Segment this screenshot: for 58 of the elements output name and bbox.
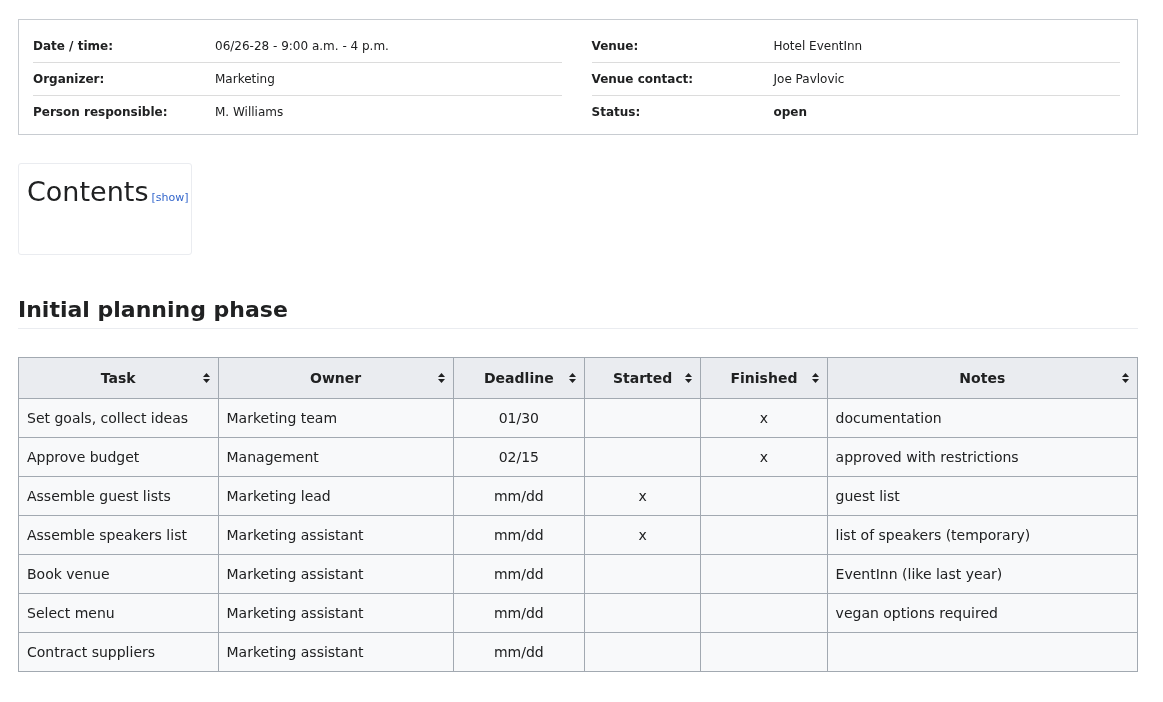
info-label: Venue: <box>591 39 640 53</box>
sort-icon[interactable] <box>811 373 819 383</box>
info-label: Organizer: <box>33 72 106 86</box>
table-cell: Marketing team <box>218 398 454 438</box>
table-cell: x <box>700 398 828 438</box>
table-cell: approved with restrictions <box>827 437 1138 477</box>
table-cell: Assemble speakers list <box>18 515 219 555</box>
column-header[interactable]: Deadline <box>453 357 585 399</box>
table-cell: Set goals, collect ideas <box>18 398 219 438</box>
table-cell: 02/15 <box>453 437 585 477</box>
table-cell: 01/30 <box>453 398 585 438</box>
table-cell: Book venue <box>18 554 219 594</box>
info-value: 06/26-28 - 9:00 a.m. - 4 p.m. <box>215 39 390 53</box>
table-cell: Marketing assistant <box>218 632 454 672</box>
table-cell: Management <box>218 437 454 477</box>
table-cell: mm/dd <box>453 593 585 633</box>
sort-icon[interactable] <box>202 373 210 383</box>
table-cell: x <box>584 515 701 555</box>
sort-icon[interactable] <box>685 373 693 383</box>
table-cell: x <box>700 437 828 477</box>
info-label: Person responsible: <box>33 105 169 119</box>
info-label: Status: <box>591 105 642 119</box>
info-value: open <box>773 105 808 119</box>
table-cell: documentation <box>827 398 1138 438</box>
info-value: M. Williams <box>215 105 285 119</box>
column-header[interactable]: Task <box>18 357 219 399</box>
info-value: Marketing <box>215 72 276 86</box>
info-label: Date / time: <box>33 39 114 53</box>
sort-icon[interactable] <box>568 373 576 383</box>
contents-title: Contents <box>27 176 149 207</box>
table-cell: Contract suppliers <box>18 632 219 672</box>
table-cell: mm/dd <box>453 515 585 555</box>
column-header[interactable]: Started <box>584 357 701 399</box>
table-cell: x <box>584 476 701 516</box>
info-value: Joe Pavlovic <box>773 72 846 86</box>
column-header[interactable]: Notes <box>827 357 1138 399</box>
column-header[interactable]: Owner <box>218 357 454 399</box>
table-cell: mm/dd <box>453 632 585 672</box>
table-cell: vegan options required <box>827 593 1138 633</box>
table-cell: Select menu <box>18 593 219 633</box>
show-link[interactable]: [show] <box>151 191 189 204</box>
table-cell: list of speakers (temporary) <box>827 515 1138 555</box>
column-header[interactable]: Finished <box>700 357 828 399</box>
table-cell: mm/dd <box>453 554 585 594</box>
table-cell: Marketing assistant <box>218 515 454 555</box>
table-cell: mm/dd <box>453 476 585 516</box>
table-cell: Marketing assistant <box>218 593 454 633</box>
table-cell: Marketing lead <box>218 476 454 516</box>
section-heading: Initial planning phase <box>18 297 1138 329</box>
table-cell: EventInn (like last year) <box>827 554 1138 594</box>
sort-icon[interactable] <box>437 373 445 383</box>
table-cell: guest list <box>827 476 1138 516</box>
sort-icon[interactable] <box>1122 373 1129 383</box>
info-label: Venue contact: <box>591 72 695 86</box>
table-cell: Marketing assistant <box>218 554 454 594</box>
info-value: Hotel EventInn <box>773 39 864 53</box>
table-cell: Approve budget <box>18 437 219 477</box>
table-cell: Assemble guest lists <box>18 476 219 516</box>
